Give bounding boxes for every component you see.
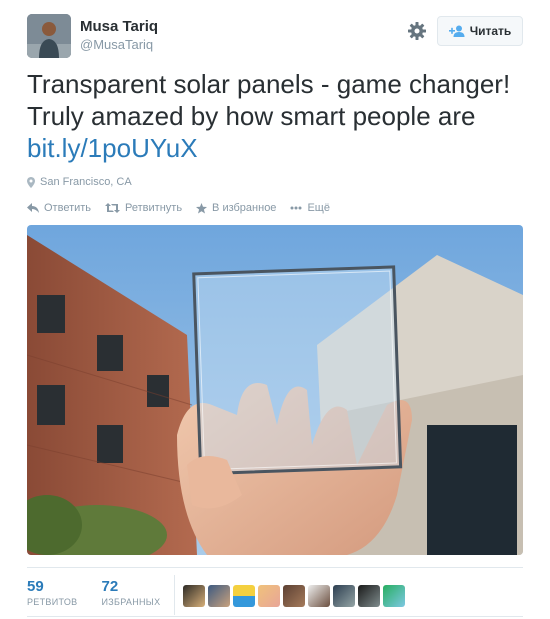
tweet-text: Transparent solar panels - game changer!… — [27, 69, 511, 131]
follow-button[interactable]: Читать — [437, 16, 523, 46]
favorite-label: В избранное — [212, 202, 277, 214]
favorite-button[interactable]: В избранное — [196, 202, 276, 214]
tweet-text-container: Transparent solar panels - game changer!… — [27, 68, 527, 164]
map-pin-icon — [27, 176, 35, 188]
divider-bottom — [27, 616, 523, 617]
tweet-link[interactable]: bit.ly/1poUYuX — [27, 132, 527, 164]
gear-icon[interactable] — [406, 20, 428, 42]
retweets-stat[interactable]: 59 РЕТВИТОВ — [27, 578, 77, 607]
more-button[interactable]: Ещё — [290, 202, 330, 214]
more-label: Ещё — [307, 202, 330, 214]
retweet-label: Ретвитнуть — [125, 202, 183, 214]
favoriter-avatar[interactable] — [308, 585, 330, 607]
retweet-icon — [105, 203, 121, 213]
favoriter-avatar[interactable] — [283, 585, 305, 607]
reply-button[interactable]: Ответить — [27, 202, 91, 214]
user-handle[interactable]: @MusaTariq — [80, 37, 153, 52]
retweets-count: 59 — [27, 578, 44, 595]
retweet-button[interactable]: Ретвитнуть — [105, 202, 182, 214]
tweet-actions: Ответить Ретвитнуть В избранное Ещё — [27, 202, 330, 214]
solar-panel-photo — [27, 225, 523, 555]
favoriter-avatar[interactable] — [358, 585, 380, 607]
reply-icon — [27, 203, 39, 213]
favorites-count: 72 — [101, 578, 119, 595]
favoriter-avatar[interactable] — [183, 585, 205, 607]
follow-label: Читать — [469, 24, 512, 38]
avatar[interactable] — [27, 14, 71, 58]
more-dots-icon — [290, 206, 302, 210]
favoriters-facepile — [183, 585, 405, 607]
favorites-label: ИЗБРАННЫХ — [101, 597, 161, 607]
reply-label: Ответить — [44, 202, 92, 214]
favorites-stat[interactable]: 72 ИЗБРАННЫХ — [101, 578, 160, 607]
person-plus-icon — [448, 25, 465, 37]
tweet-photo[interactable] — [27, 225, 523, 555]
tweet-stats: 59 РЕТВИТОВ 72 ИЗБРАННЫХ — [27, 578, 160, 607]
avatar-image — [27, 14, 71, 58]
favoriter-avatar[interactable] — [383, 585, 405, 607]
favoriter-avatar[interactable] — [333, 585, 355, 607]
star-icon — [196, 202, 208, 213]
favoriter-avatar[interactable] — [258, 585, 280, 607]
tweet-location[interactable]: San Francisco, CA — [27, 176, 132, 188]
stats-separator — [174, 575, 175, 615]
favoriter-avatar[interactable] — [208, 585, 230, 607]
location-label: San Francisco, CA — [40, 176, 132, 188]
divider-top — [27, 567, 523, 568]
user-name[interactable]: Musa Tariq — [80, 18, 158, 35]
favoriter-avatar[interactable] — [233, 585, 255, 607]
retweets-label: РЕТВИТОВ — [27, 597, 78, 607]
